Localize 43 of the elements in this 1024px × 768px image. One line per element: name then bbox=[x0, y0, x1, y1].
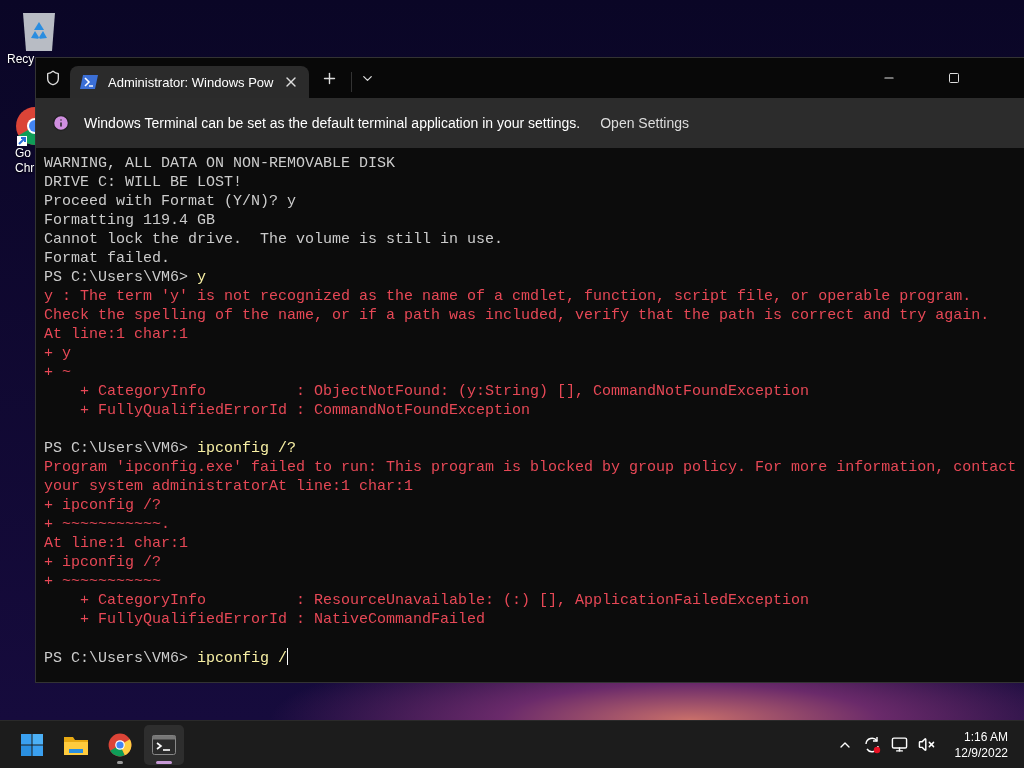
network-icon[interactable] bbox=[890, 736, 908, 753]
browser-icon[interactable] bbox=[108, 732, 132, 757]
prompt-line: PS C:\Users\VM6> ipconfig / bbox=[44, 648, 290, 667]
terminal-line: Formatting 119.4 GB bbox=[44, 211, 217, 230]
terminal-line: Cannot lock the drive. The volume is still in use. bbox=[44, 230, 505, 249]
prompt-line: PS C:\Users\VM6> y bbox=[44, 268, 208, 287]
info-message: Windows Terminal can be set as the default terminal application in your settings. bbox=[84, 115, 581, 131]
info-icon bbox=[52, 114, 70, 132]
error-line: + CategoryInfo : ObjectNotFound: (y:String) [], CommandNotFoundException bbox=[79, 382, 811, 401]
terminal-line: WARNING, ALL DATA ON NON-REMOVABLE DISK bbox=[44, 154, 397, 173]
error-line: + FullyQualifiedErrorId : NativeCommandFailed bbox=[79, 610, 487, 629]
prompt-line: PS C:\Users\VM6> ipconfig /? bbox=[44, 439, 298, 458]
error-line: + y bbox=[44, 344, 72, 363]
terminal-tab[interactable]: Administrator: Windows Pow bbox=[70, 66, 310, 98]
terminal-line: Format failed. bbox=[44, 249, 172, 268]
error-line: Check the spelling of the name, or if a path was included, verify that the path is correct and try again. bbox=[44, 306, 991, 325]
muted-speaker-icon[interactable] bbox=[917, 736, 935, 753]
terminal-line: Proceed with Format (Y/N)? y bbox=[44, 192, 298, 211]
sync-icon[interactable] bbox=[862, 735, 881, 754]
error-line: + ~~~~~~~~~~~. bbox=[44, 515, 172, 534]
error-line: + ~ bbox=[44, 363, 72, 382]
error-line: At line:1 char:1 bbox=[44, 325, 190, 344]
clock[interactable]: 1:16 AM 12/9/2022 bbox=[954, 728, 1008, 761]
desktop-icon-label: Go bbox=[15, 146, 31, 161]
recycle-bin-icon bbox=[20, 10, 58, 52]
error-line: + ~~~~~~~~~~~ bbox=[44, 572, 163, 591]
error-line: At line:1 char:1 bbox=[44, 534, 190, 553]
terminal-icon[interactable] bbox=[152, 734, 176, 755]
desktop-icon-label: Chr bbox=[15, 161, 35, 176]
shield-icon[interactable] bbox=[45, 70, 61, 86]
desktop-icon-label: Recy bbox=[7, 52, 35, 67]
error-line: y : The term 'y' is not recognized as the name of a cmdlet, function, script file, or operable program. bbox=[44, 287, 973, 306]
error-line: Program 'ipconfig.exe' failed to run: This program is blocked by group policy. For more information, contact bbox=[44, 458, 1016, 477]
error-line: + FullyQualifiedErrorId : CommandNotFoundException bbox=[79, 401, 532, 420]
error-line: + ipconfig /? bbox=[44, 496, 163, 515]
open-settings-button[interactable]: Open Settings bbox=[596, 111, 693, 135]
error-line: your system administratorAt line:1 char:1 bbox=[44, 477, 415, 496]
maximize-icon[interactable] bbox=[948, 72, 960, 84]
powershell-icon bbox=[80, 75, 98, 89]
windows-logo-icon[interactable] bbox=[21, 733, 43, 756]
error-line: + CategoryInfo : ResourceUnavailable: (:) [], ApplicationFailedException bbox=[79, 591, 811, 610]
terminal-line: DRIVE C: WILL BE LOST! bbox=[44, 173, 244, 192]
error-line: + ipconfig /? bbox=[44, 553, 163, 572]
